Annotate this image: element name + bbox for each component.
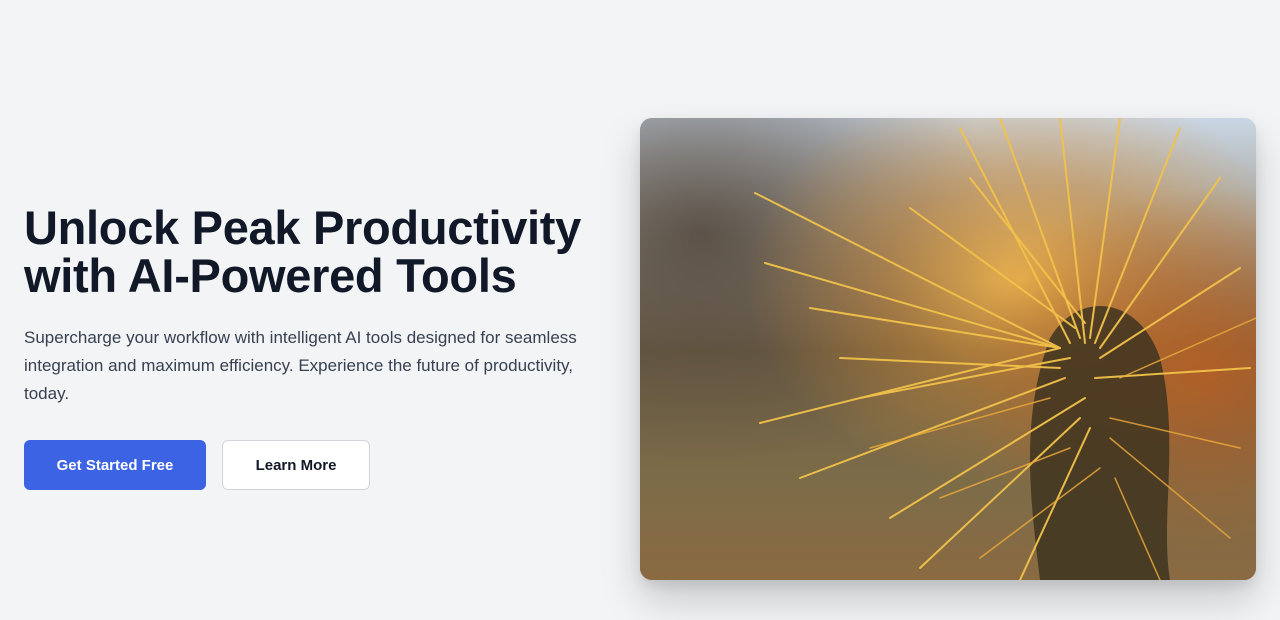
hero-headline: Unlock Peak Productivity with AI-Powered… <box>24 204 584 300</box>
hero-text-block: Unlock Peak Productivity with AI-Powered… <box>24 204 584 490</box>
cactus-photo <box>640 118 1256 580</box>
headline-line-2: with AI-Powered Tools <box>24 249 517 302</box>
hero-subtext: Supercharge your workflow with intellige… <box>24 328 577 403</box>
hero-actions: Get Started Free Learn More <box>24 440 584 490</box>
get-started-button[interactable]: Get Started Free <box>24 440 206 490</box>
hero-image <box>640 118 1256 580</box>
headline-line-1: Unlock Peak Productivity <box>24 201 581 254</box>
hero-section: Unlock Peak Productivity with AI-Powered… <box>0 0 1280 620</box>
learn-more-button[interactable]: Learn More <box>222 440 370 490</box>
